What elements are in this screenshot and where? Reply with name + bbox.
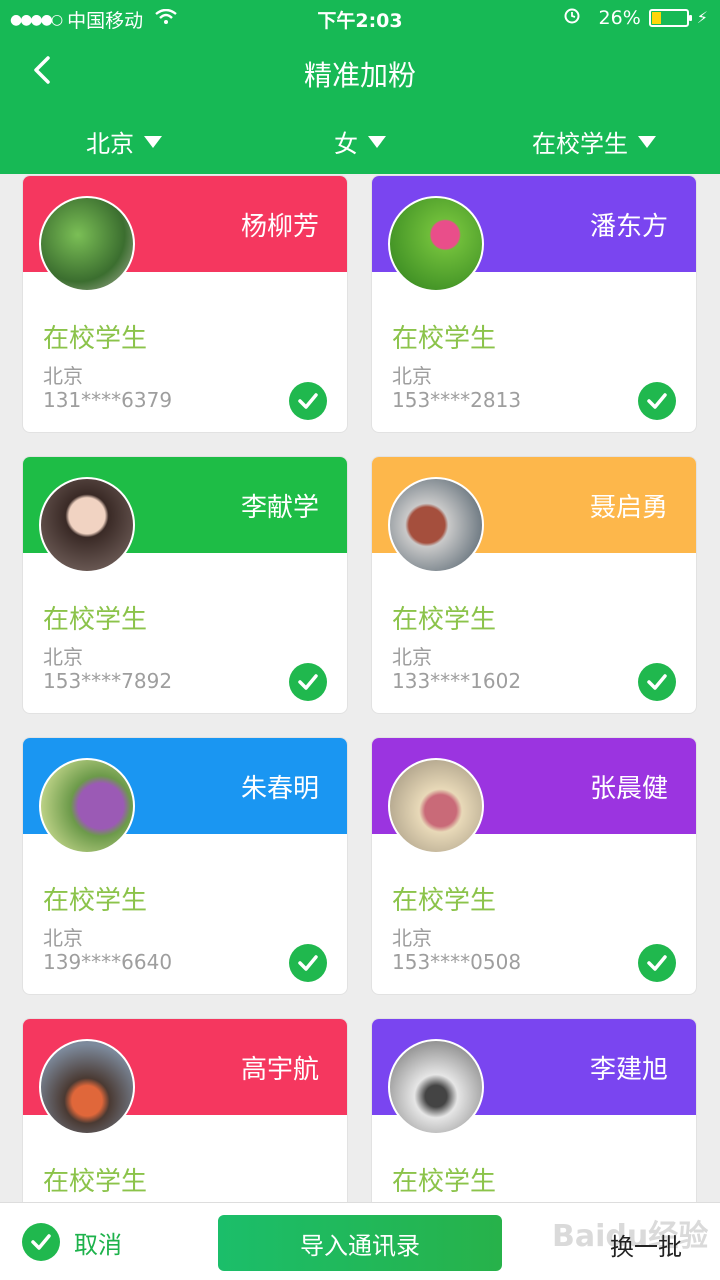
contact-card[interactable]: 聂启勇 在校学生 北京 133****1602 bbox=[371, 456, 697, 714]
contact-card[interactable]: 李献学 在校学生 北京 153****7892 bbox=[22, 456, 348, 714]
contact-phone: 133****1602 bbox=[392, 669, 522, 693]
avatar bbox=[388, 196, 484, 292]
avatar bbox=[39, 1039, 135, 1135]
avatar bbox=[388, 477, 484, 573]
gender-filter[interactable]: 女 bbox=[334, 124, 386, 159]
contact-name: 潘东方 bbox=[589, 212, 668, 242]
battery-percent: 26% bbox=[598, 6, 641, 29]
status-filter[interactable]: 在校学生 bbox=[532, 124, 656, 159]
contact-card[interactable]: 张晨健 在校学生 北京 153****0508 bbox=[371, 737, 697, 995]
contact-role: 在校学生 bbox=[43, 886, 148, 916]
triangle-down-icon bbox=[638, 135, 656, 148]
contact-phone: 153****2813 bbox=[392, 388, 522, 412]
contact-grid: 杨柳芳 在校学生 北京 131****6379 潘东方 在校学生 北京 153*… bbox=[0, 174, 720, 1202]
triangle-down-icon bbox=[144, 135, 162, 148]
import-contacts-button[interactable]: 导入通讯录 bbox=[218, 1215, 502, 1271]
avatar bbox=[388, 758, 484, 854]
contact-phone: 139****6640 bbox=[43, 950, 173, 974]
avatar bbox=[388, 1039, 484, 1135]
contact-card[interactable]: 李建旭 在校学生 bbox=[371, 1018, 697, 1202]
bottom-bar: 取消 导入通讯录 Baidu经验 换一批 bbox=[0, 1202, 720, 1280]
contact-city: 北京 bbox=[43, 364, 83, 388]
contact-name: 聂启勇 bbox=[589, 493, 668, 523]
check-circle-icon[interactable] bbox=[289, 663, 327, 701]
contact-city: 北京 bbox=[43, 926, 83, 950]
contact-role: 在校学生 bbox=[43, 1167, 148, 1197]
contact-role: 在校学生 bbox=[43, 324, 148, 354]
status-right-group: 26% ⚡ bbox=[563, 6, 708, 29]
contact-card[interactable]: 杨柳芳 在校学生 北京 131****6379 bbox=[22, 175, 348, 433]
top-bar: ●●●●○ 中国移动 下午2:03 26% ⚡ 精准加粉 北京 女 在校学生 bbox=[0, 0, 720, 174]
contact-card[interactable]: 潘东方 在校学生 北京 153****2813 bbox=[371, 175, 697, 433]
check-circle-icon bbox=[22, 1223, 60, 1261]
cancel-button[interactable]: 取消 bbox=[22, 1223, 122, 1261]
avatar bbox=[39, 196, 135, 292]
contact-name: 杨柳芳 bbox=[240, 212, 319, 242]
avatar bbox=[39, 477, 135, 573]
alarm-icon bbox=[563, 6, 581, 29]
contact-city: 北京 bbox=[392, 926, 432, 950]
contact-city: 北京 bbox=[392, 364, 432, 388]
contact-phone: 131****6379 bbox=[43, 388, 173, 412]
contact-city: 北京 bbox=[392, 645, 432, 669]
battery-icon bbox=[648, 8, 692, 27]
contact-card[interactable]: 高宇航 在校学生 bbox=[22, 1018, 348, 1202]
contact-name: 朱春明 bbox=[240, 774, 319, 804]
contact-role: 在校学生 bbox=[43, 605, 148, 635]
contact-name: 李建旭 bbox=[589, 1055, 668, 1085]
contact-card[interactable]: 朱春明 在校学生 北京 139****6640 bbox=[22, 737, 348, 995]
gender-filter-label: 女 bbox=[334, 130, 358, 158]
contact-phone: 153****7892 bbox=[43, 669, 173, 693]
city-filter-label: 北京 bbox=[86, 130, 134, 158]
triangle-down-icon bbox=[368, 135, 386, 148]
status-bar: ●●●●○ 中国移动 下午2:03 26% ⚡ bbox=[0, 0, 720, 36]
check-circle-icon[interactable] bbox=[289, 382, 327, 420]
contact-name: 高宇航 bbox=[240, 1055, 319, 1085]
avatar bbox=[39, 758, 135, 854]
charging-bolt-icon: ⚡ bbox=[696, 8, 708, 27]
check-circle-icon[interactable] bbox=[638, 382, 676, 420]
refresh-batch-button[interactable]: 换一批 bbox=[610, 1227, 682, 1262]
cancel-label: 取消 bbox=[74, 1230, 122, 1259]
contact-role: 在校学生 bbox=[392, 1167, 497, 1197]
status-filter-label: 在校学生 bbox=[532, 130, 628, 158]
contact-role: 在校学生 bbox=[392, 605, 497, 635]
contact-name: 李献学 bbox=[240, 493, 319, 523]
contact-name: 张晨健 bbox=[589, 774, 668, 804]
check-circle-icon[interactable] bbox=[638, 944, 676, 982]
city-filter[interactable]: 北京 bbox=[86, 124, 162, 159]
check-circle-icon[interactable] bbox=[289, 944, 327, 982]
contact-phone: 153****0508 bbox=[392, 950, 522, 974]
contact-role: 在校学生 bbox=[392, 886, 497, 916]
nav-bar: 精准加粉 bbox=[0, 44, 720, 104]
page-title: 精准加粉 bbox=[303, 59, 416, 92]
check-circle-icon[interactable] bbox=[638, 663, 676, 701]
filter-bar: 北京 女 在校学生 bbox=[0, 118, 720, 166]
contact-role: 在校学生 bbox=[392, 324, 497, 354]
contact-city: 北京 bbox=[43, 645, 83, 669]
